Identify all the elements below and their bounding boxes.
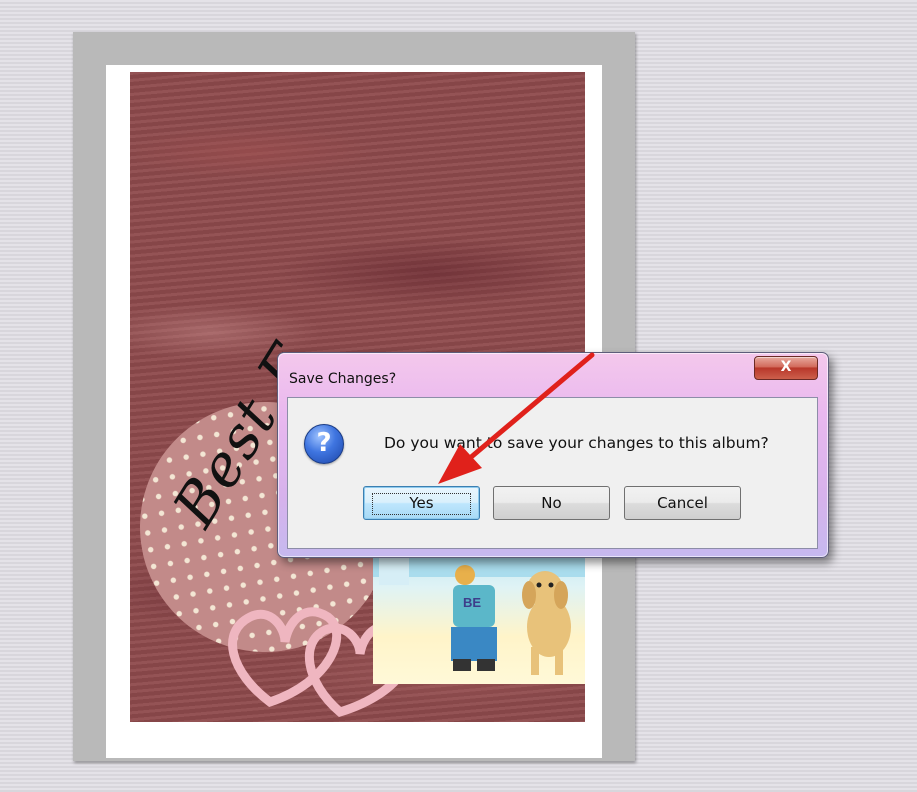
close-button[interactable]: X <box>754 356 818 380</box>
no-button[interactable]: No <box>493 486 610 520</box>
cancel-button[interactable]: Cancel <box>624 486 741 520</box>
cartoon-photo: BE <box>373 547 585 684</box>
close-icon: X <box>780 359 792 375</box>
yes-button-label: Yes <box>372 493 471 515</box>
cartoon-illustration: BE <box>373 547 585 675</box>
dialog-message: Do you want to save your changes to this… <box>384 434 769 452</box>
save-changes-dialog: Save Changes? X ? Do you want to save yo… <box>277 352 829 558</box>
cartoon-shirt-text: BE <box>463 595 481 610</box>
yes-button[interactable]: Yes <box>363 486 480 520</box>
dialog-title: Save Changes? <box>289 371 397 387</box>
question-icon: ? <box>304 424 344 464</box>
dialog-body: ? Do you want to save your changes to th… <box>287 397 818 549</box>
